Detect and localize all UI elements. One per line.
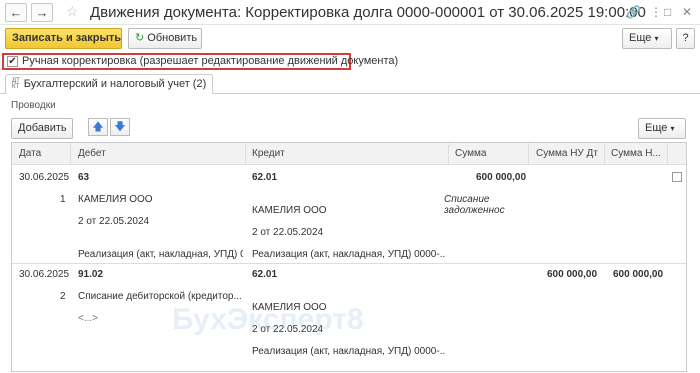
credit-subconto-3: Реализация (акт, накладная, УПД) 0000-..… xyxy=(252,249,446,260)
more-menu-icon[interactable]: ⋮ xyxy=(650,5,662,19)
chevron-down-icon: ▾ xyxy=(670,124,675,133)
row-sum-nu-kt: 600 000,00 xyxy=(613,269,664,280)
credit-subconto-1: КАМЕЛИЯ ООО xyxy=(252,302,327,313)
debit-subconto-2: 2 от 22.05.2024 xyxy=(78,216,150,227)
row-date: 30.06.2025 xyxy=(19,172,70,183)
row-sum-nu-dt: 600 000,00 xyxy=(547,269,598,280)
debit-subconto-1: Списание дебиторской (кредитор... xyxy=(78,291,242,302)
row-sum: 600 000,00 xyxy=(476,172,527,183)
table-header: Дата Дебет Кредит Сумма Сумма НУ Дт Сумм… xyxy=(12,143,686,165)
debit-subconto-3: Реализация (акт, накладная, УПД) 0000-..… xyxy=(78,249,243,260)
refresh-icon: ↻ xyxy=(135,32,145,44)
debit-subconto-2: <...> xyxy=(78,313,99,324)
save-close-button[interactable]: Записать и закрыть xyxy=(5,28,122,49)
back-button[interactable]: ← xyxy=(5,3,27,22)
tab-accounting-label: Бухгалтерский и налоговый учет (2) xyxy=(23,78,207,90)
row-checkbox[interactable] xyxy=(672,172,682,182)
column-header-sum[interactable]: Сумма xyxy=(455,148,486,159)
close-icon[interactable]: ✕ xyxy=(682,5,692,19)
debit-account: 91.02 xyxy=(78,269,104,280)
credit-account: 62.01 xyxy=(252,172,278,183)
row-content-2: задолженнос xyxy=(444,205,505,216)
manual-edit-checkbox[interactable]: ✔ xyxy=(7,56,18,67)
section-more-button[interactable]: Еще ▾ xyxy=(638,118,686,139)
row-date: 30.06.2025 xyxy=(19,269,70,280)
column-header-date[interactable]: Дата xyxy=(19,148,41,159)
section-more-label: Еще xyxy=(645,122,668,134)
move-down-button[interactable]: 🡇 xyxy=(110,118,130,136)
window-titlebar: ← → ☆ Движения документа: Корректировка … xyxy=(0,0,700,25)
forward-button[interactable]: → xyxy=(31,3,53,22)
debit-subconto-1: КАМЕЛИЯ ООО xyxy=(78,194,153,205)
column-header-sum-nu-dt[interactable]: Сумма НУ Дт xyxy=(536,148,598,159)
column-header-sum-nu-kt[interactable]: Сумма Н... xyxy=(611,148,661,159)
credit-subconto-3: Реализация (акт, накладная, УПД) 0000-..… xyxy=(252,346,446,357)
manual-edit-highlight: ✔ Ручная корректировка (разрешает редакт… xyxy=(2,53,398,70)
more-button[interactable]: Еще ▾ xyxy=(622,28,672,49)
help-button[interactable]: ? xyxy=(676,28,695,49)
refresh-button[interactable]: ↻ Обновить xyxy=(128,28,202,49)
debit-account: 63 xyxy=(78,172,90,183)
dt-kt-icon: ДТ КТ xyxy=(12,78,20,91)
row-number: 2 xyxy=(60,291,66,302)
favorite-star-icon[interactable]: ☆ xyxy=(66,3,79,20)
arrow-down-icon: 🡇 xyxy=(114,121,126,133)
credit-subconto-1: КАМЕЛИЯ ООО xyxy=(252,205,327,216)
arrow-up-icon: 🡅 xyxy=(92,121,104,133)
column-header-credit[interactable]: Кредит xyxy=(252,148,285,159)
credit-subconto-2: 2 от 22.05.2024 xyxy=(252,324,324,335)
credit-account: 62.01 xyxy=(252,269,278,280)
window-title: Движения документа: Корректировка долга … xyxy=(90,4,646,21)
section-title: Проводки xyxy=(11,100,56,111)
link-icon[interactable]: 🔗 xyxy=(626,5,641,19)
more-label: Еще xyxy=(629,32,652,44)
tab-accounting[interactable]: ДТ КТ Бухгалтерский и налоговый учет (2) xyxy=(5,74,214,94)
add-button[interactable]: Добавить xyxy=(11,118,73,139)
column-header-debit[interactable]: Дебет xyxy=(78,148,106,159)
row-number: 1 xyxy=(60,194,66,205)
manual-edit-label[interactable]: Ручная корректировка (разрешает редактир… xyxy=(22,55,398,68)
row-divider xyxy=(12,263,686,264)
toolbar: Записать и закрыть ↻ Обновить Еще ▾ ? xyxy=(0,25,700,51)
chevron-down-icon: ▾ xyxy=(654,34,659,43)
move-up-button[interactable]: 🡅 xyxy=(88,118,108,136)
maximize-icon[interactable]: □ xyxy=(664,5,671,19)
credit-subconto-2: 2 от 22.05.2024 xyxy=(252,227,324,238)
postings-table: Дата Дебет Кредит Сумма Сумма НУ Дт Сумм… xyxy=(11,142,687,372)
refresh-label: Обновить xyxy=(147,32,198,44)
row-content-1: Списание xyxy=(444,194,490,205)
